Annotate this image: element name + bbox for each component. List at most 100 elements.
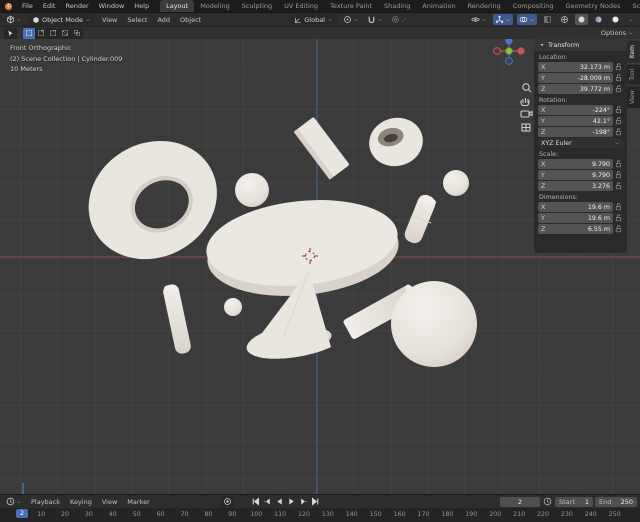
rotation-mode-dropdown[interactable]: XYZ Euler: [538, 138, 623, 148]
workspace-tab-layout[interactable]: Layout: [160, 0, 194, 12]
transform-field-scale-y[interactable]: Y9.790: [538, 170, 613, 180]
shading-solid-button[interactable]: [575, 14, 588, 25]
menu-edit[interactable]: Edit: [38, 2, 61, 10]
workspace-tab-sculpting[interactable]: Sculpting: [236, 0, 278, 12]
gizmo-x-axis[interactable]: [517, 47, 524, 54]
timeline-menu-marker[interactable]: Marker: [122, 498, 154, 506]
lock-button[interactable]: [613, 128, 623, 136]
timeline-menu-view[interactable]: View: [97, 498, 122, 506]
select-mode-0[interactable]: [23, 28, 35, 39]
select-mode-1[interactable]: [35, 28, 47, 39]
workspace-tab-compositing[interactable]: Compositing: [507, 0, 560, 12]
playhead-frame-badge[interactable]: 2: [16, 509, 28, 518]
transform-field-dimensions-x[interactable]: X19.6 m: [538, 202, 613, 212]
perspective-toggle-button[interactable]: [522, 124, 530, 131]
header-menu-select[interactable]: Select: [122, 16, 152, 24]
options-dropdown[interactable]: Options: [601, 29, 634, 37]
header-menu-object[interactable]: Object: [175, 16, 206, 24]
gizmo-x-neg-axis[interactable]: [494, 48, 501, 55]
lock-button[interactable]: [613, 203, 623, 211]
sidebar-tab-item[interactable]: Item: [627, 41, 640, 63]
header-menu-add[interactable]: Add: [152, 16, 175, 24]
frame-start-field[interactable]: Start 1: [555, 497, 593, 507]
menu-file[interactable]: File: [17, 2, 38, 10]
timeline-menu-keying[interactable]: Keying: [65, 498, 97, 506]
transform-field-location-z[interactable]: Z39.772 m: [538, 84, 613, 94]
timecode-clock-icon[interactable]: [543, 497, 552, 506]
lock-button[interactable]: [613, 214, 623, 222]
lock-button[interactable]: [613, 117, 623, 125]
workspace-tab-scripting[interactable]: Scripting: [626, 0, 640, 12]
gizmo-z-axis[interactable]: [505, 39, 512, 45]
show-gizmo-button[interactable]: [493, 14, 513, 25]
workspace-tab-modeling[interactable]: Modeling: [194, 0, 236, 12]
proportional-editing-button[interactable]: [389, 14, 409, 25]
timeline-editor-type-button[interactable]: [4, 496, 24, 507]
navigation-gizmo[interactable]: [494, 39, 525, 64]
lock-button[interactable]: [613, 182, 623, 190]
workspace-tab-animation[interactable]: Animation: [416, 0, 461, 12]
timeline-ruler[interactable]: 2 10203040506070809010011012013014015016…: [0, 508, 640, 522]
transform-field-rotation-y[interactable]: Y42.1°: [538, 116, 613, 126]
transform-field-dimensions-z[interactable]: Z6.55 m: [538, 224, 613, 234]
lock-button[interactable]: [613, 106, 623, 114]
transform-field-location-x[interactable]: X32.173 m: [538, 62, 613, 72]
shading-material-button[interactable]: [592, 14, 605, 25]
menu-help[interactable]: Help: [129, 2, 154, 10]
transform-orientation-selector[interactable]: Global: [290, 14, 337, 25]
lock-button[interactable]: [613, 160, 623, 168]
transform-field-rotation-x[interactable]: X-224°: [538, 105, 613, 115]
next-keyframe-button[interactable]: [298, 497, 309, 507]
mode-selector[interactable]: Object Mode: [28, 14, 95, 25]
camera-view-button[interactable]: [521, 111, 532, 117]
sphere-small-1[interactable]: [235, 173, 269, 207]
snap-toggle-button[interactable]: [365, 14, 385, 25]
shading-rendered-button[interactable]: [609, 14, 622, 25]
select-mode-4[interactable]: [71, 28, 83, 39]
xray-toggle-button[interactable]: [541, 14, 554, 25]
visibility-dropdown-button[interactable]: [469, 14, 489, 25]
box-elongated[interactable]: [294, 117, 350, 180]
transform-field-rotation-z[interactable]: Z-198°: [538, 127, 613, 137]
transform-field-scale-z[interactable]: Z3.276: [538, 181, 613, 191]
prev-keyframe-button[interactable]: [262, 497, 273, 507]
zoom-button[interactable]: [523, 84, 531, 92]
jump-end-button[interactable]: [310, 497, 321, 507]
play-button[interactable]: [286, 497, 297, 507]
header-menu-view[interactable]: View: [97, 16, 122, 24]
workspace-tab-rendering[interactable]: Rendering: [462, 0, 507, 12]
lock-button[interactable]: [613, 74, 623, 82]
transform-field-dimensions-y[interactable]: Y19.6 m: [538, 213, 613, 223]
lock-button[interactable]: [613, 171, 623, 179]
sphere-large[interactable]: [391, 281, 477, 367]
3d-viewport[interactable]: Front Orthographic (2) Scene Collection …: [0, 39, 640, 494]
sidebar-tab-view[interactable]: View: [627, 86, 640, 108]
sidebar-tab-tool[interactable]: Tool: [627, 65, 640, 85]
menu-window[interactable]: Window: [94, 2, 130, 10]
cylinder-tilted[interactable]: [402, 192, 437, 245]
transform-field-location-y[interactable]: Y-28.009 m: [538, 73, 613, 83]
shading-dropdown-button[interactable]: [626, 14, 636, 25]
torus-small[interactable]: [364, 112, 428, 172]
lock-button[interactable]: [613, 225, 623, 233]
sphere-tiny[interactable]: [224, 298, 242, 316]
jump-start-button[interactable]: [250, 497, 261, 507]
workspace-tab-uv-editing[interactable]: UV Editing: [278, 0, 324, 12]
auto-keying-button[interactable]: [221, 496, 234, 507]
timeline-menu-playback[interactable]: Playback: [26, 498, 65, 506]
active-tool-button[interactable]: [4, 28, 17, 39]
play-reverse-button[interactable]: [274, 497, 285, 507]
pan-button[interactable]: [521, 98, 529, 106]
menu-render[interactable]: Render: [60, 2, 93, 10]
transform-field-scale-x[interactable]: X9.790: [538, 159, 613, 169]
gizmo-z-neg-axis[interactable]: [506, 58, 513, 65]
blender-logo-icon[interactable]: [0, 2, 17, 11]
lock-button[interactable]: [613, 85, 623, 93]
workspace-tab-shading[interactable]: Shading: [378, 0, 416, 12]
frame-end-field[interactable]: End 250: [595, 497, 637, 507]
sphere-small-2[interactable]: [443, 170, 469, 196]
lock-button[interactable]: [613, 63, 623, 71]
editor-type-button[interactable]: [4, 14, 24, 25]
workspace-tab-texture-paint[interactable]: Texture Paint: [324, 0, 378, 12]
pivot-point-button[interactable]: [341, 14, 361, 25]
